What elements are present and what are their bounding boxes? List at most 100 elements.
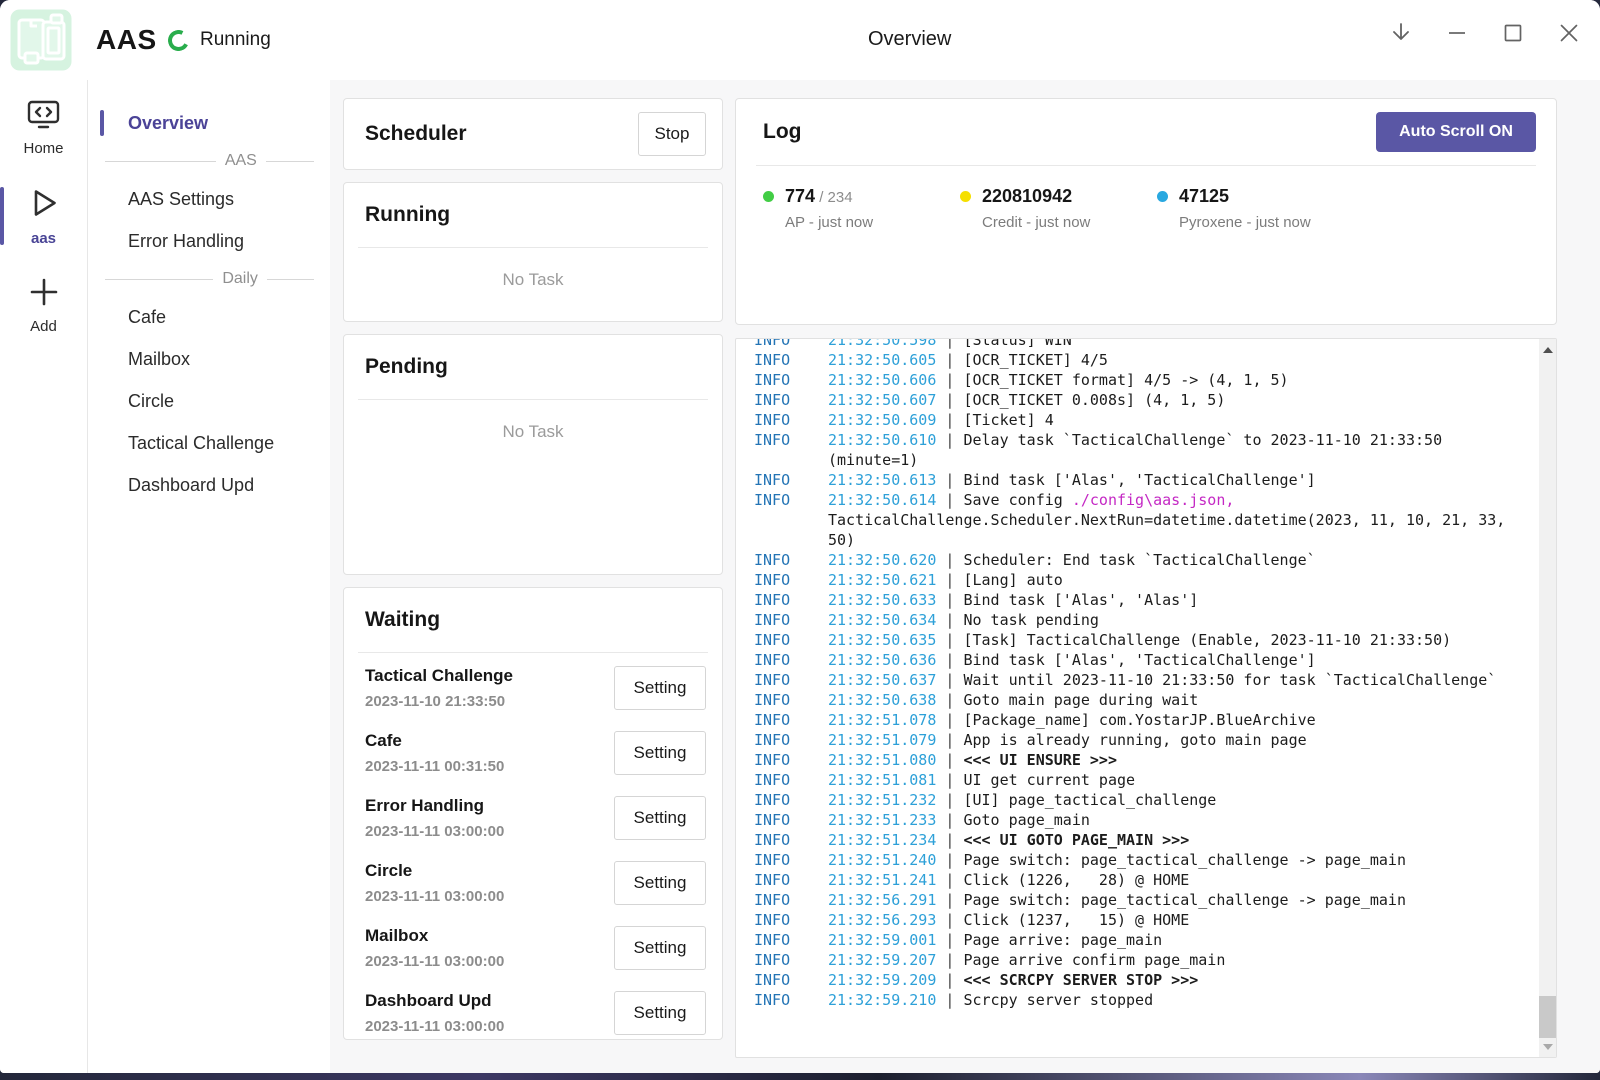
log-pipe: |: [936, 751, 963, 769]
setting-button[interactable]: Setting: [614, 796, 706, 840]
minimize-icon[interactable]: [1442, 18, 1472, 48]
sidebar-item-aas-settings[interactable]: AAS Settings: [89, 178, 330, 220]
running-card: Running No Task: [343, 182, 723, 322]
log-pipe: |: [936, 871, 963, 889]
rail-item-label: Add: [30, 318, 57, 335]
sidebar-item-dashboard-upd[interactable]: Dashboard Upd: [89, 464, 330, 506]
waiting-task-next-run: 2023-11-11 03:00:00: [365, 1018, 504, 1035]
log-timestamp: 21:32:50.633: [828, 591, 936, 609]
log-line: INFO21:32:51.079 | App is already runnin…: [754, 730, 1535, 750]
log-line: INFO21:32:56.291 | Page switch: page_tac…: [754, 890, 1535, 910]
sidebar-item-cafe[interactable]: Cafe: [89, 296, 330, 338]
waiting-task-next-run: 2023-11-10 21:33:50: [365, 693, 513, 710]
log-level: INFO: [754, 670, 828, 690]
log-pipe: |: [936, 431, 963, 449]
log-timestamp: 21:32:50.605: [828, 351, 936, 369]
log-message: 21:32:59.001 | Page arrive: page_main: [828, 930, 1535, 950]
log-message: 21:32:50.634 | No task pending: [828, 610, 1535, 630]
log-message: 21:32:51.233 | Goto page_main: [828, 810, 1535, 830]
log-level: INFO: [754, 550, 828, 570]
active-indicator: [100, 110, 104, 136]
resource-stats: 774 / 234AP - just now220810942Credit - …: [736, 166, 1556, 231]
nav-section-label: AAS: [225, 152, 257, 170]
log-timestamp: 21:32:59.207: [828, 951, 936, 969]
log-timestamp: 21:32:56.291: [828, 891, 936, 909]
log-message: 21:32:50.598 | [Status] WIN: [828, 338, 1535, 350]
divider-line: [105, 279, 213, 280]
maximize-icon[interactable]: [1498, 18, 1528, 48]
scrollbar-thumb[interactable]: [1539, 996, 1556, 1038]
waiting-task-info: Mailbox2023-11-11 03:00:00: [365, 926, 504, 970]
log-timestamp: 21:32:50.609: [828, 411, 936, 429]
log-timestamp: 21:32:50.614: [828, 491, 936, 509]
log-line: INFO21:32:50.610 | Delay task `TacticalC…: [754, 430, 1535, 470]
log-timestamp: 21:32:50.598: [828, 338, 936, 349]
log-message: 21:32:50.613 | Bind task ['Alas', 'Tacti…: [828, 470, 1535, 490]
log-timestamp: 21:32:50.613: [828, 471, 936, 489]
waiting-task-name: Tactical Challenge: [365, 666, 513, 686]
log-timestamp: 21:32:50.634: [828, 611, 936, 629]
log-line: INFO21:32:50.634 | No task pending: [754, 610, 1535, 630]
divider-line: [266, 161, 314, 162]
sidebar-item-mailbox[interactable]: Mailbox: [89, 338, 330, 380]
log-timestamp: 21:32:50.635: [828, 631, 936, 649]
waiting-task-name: Error Handling: [365, 796, 504, 816]
log-level: INFO: [754, 990, 828, 1010]
scrollbar-up-icon[interactable]: [1539, 341, 1556, 358]
log-pipe: |: [936, 471, 963, 489]
stat-label: Pyroxene - just now: [1179, 214, 1311, 231]
running-spinner-icon: [165, 27, 191, 53]
log-timestamp: 21:32:50.621: [828, 571, 936, 589]
log-timestamp: 21:32:50.638: [828, 691, 936, 709]
scrollbar-down-icon[interactable]: [1539, 1038, 1556, 1055]
log-level: INFO: [754, 930, 828, 950]
setting-button[interactable]: Setting: [614, 991, 706, 1035]
log-message: 21:32:59.209 | <<< SCRCPY SERVER STOP >>…: [828, 970, 1535, 990]
setting-button[interactable]: Setting: [614, 861, 706, 905]
sidebar-item-tactical-challenge[interactable]: Tactical Challenge: [89, 422, 330, 464]
log-pipe: |: [936, 691, 963, 709]
auto-scroll-button[interactable]: Auto Scroll ON: [1376, 112, 1536, 152]
sidebar-item-circle[interactable]: Circle: [89, 380, 330, 422]
sidebar-item-overview[interactable]: Overview: [89, 102, 330, 144]
log-message: 21:32:51.241 | Click (1226, 28) @ HOME: [828, 870, 1535, 890]
waiting-task-info: Circle2023-11-11 03:00:00: [365, 861, 504, 905]
log-level: INFO: [754, 950, 828, 970]
log-pipe: |: [936, 631, 963, 649]
resource-stat: 220810942Credit - just now: [960, 186, 1157, 231]
log-level: INFO: [754, 770, 828, 790]
setting-button[interactable]: Setting: [614, 731, 706, 775]
log-level: INFO: [754, 850, 828, 870]
sidebar-item-label: Circle: [128, 391, 174, 412]
stat-text: 47125 Pyroxene - just now: [1179, 186, 1311, 231]
setting-button[interactable]: Setting: [614, 926, 706, 970]
stat-value: 220810942: [982, 186, 1072, 206]
log-message: 21:32:50.638 | Goto main page during wai…: [828, 690, 1535, 710]
stat-value: 47125: [1179, 186, 1229, 206]
log-message: 21:32:50.621 | [Lang] auto: [828, 570, 1535, 590]
download-icon[interactable]: [1386, 18, 1416, 48]
log-message: 21:32:50.610 | Delay task `TacticalChall…: [828, 430, 1535, 470]
rail-item-aas[interactable]: aas: [0, 179, 87, 253]
waiting-card: Waiting Tactical Challenge2023-11-10 21:…: [343, 587, 723, 1040]
log-scrollbar[interactable]: [1539, 339, 1556, 1057]
rail-item-home[interactable]: Home: [0, 94, 87, 163]
log-level: INFO: [754, 430, 828, 470]
log-line: INFO21:32:56.293 | Click (1237, 15) @ HO…: [754, 910, 1535, 930]
close-icon[interactable]: [1554, 18, 1584, 48]
nav-section-label: Daily: [222, 270, 258, 288]
log-pipe: |: [936, 991, 963, 1009]
log-message: 21:32:51.079 | App is already running, g…: [828, 730, 1535, 750]
main-area: Scheduler Stop Running No Task Pending N…: [330, 80, 1600, 1073]
log-message: 21:32:50.606 | [OCR_TICKET format] 4/5 -…: [828, 370, 1535, 390]
log-line: INFO21:32:50.637 | Wait until 2023-11-10…: [754, 670, 1535, 690]
log-pipe: |: [936, 891, 963, 909]
stop-button[interactable]: Stop: [638, 112, 706, 156]
rail-item-add[interactable]: Add: [0, 269, 87, 341]
setting-button[interactable]: Setting: [614, 666, 706, 710]
log-line: INFO21:32:51.234 | <<< UI GOTO PAGE_MAIN…: [754, 830, 1535, 850]
log-header-card: Log Auto Scroll ON 774 / 234AP - just no…: [735, 98, 1557, 325]
scheduler-title: Scheduler: [365, 122, 467, 146]
active-indicator: [0, 187, 4, 245]
sidebar-item-error-handling[interactable]: Error Handling: [89, 220, 330, 262]
